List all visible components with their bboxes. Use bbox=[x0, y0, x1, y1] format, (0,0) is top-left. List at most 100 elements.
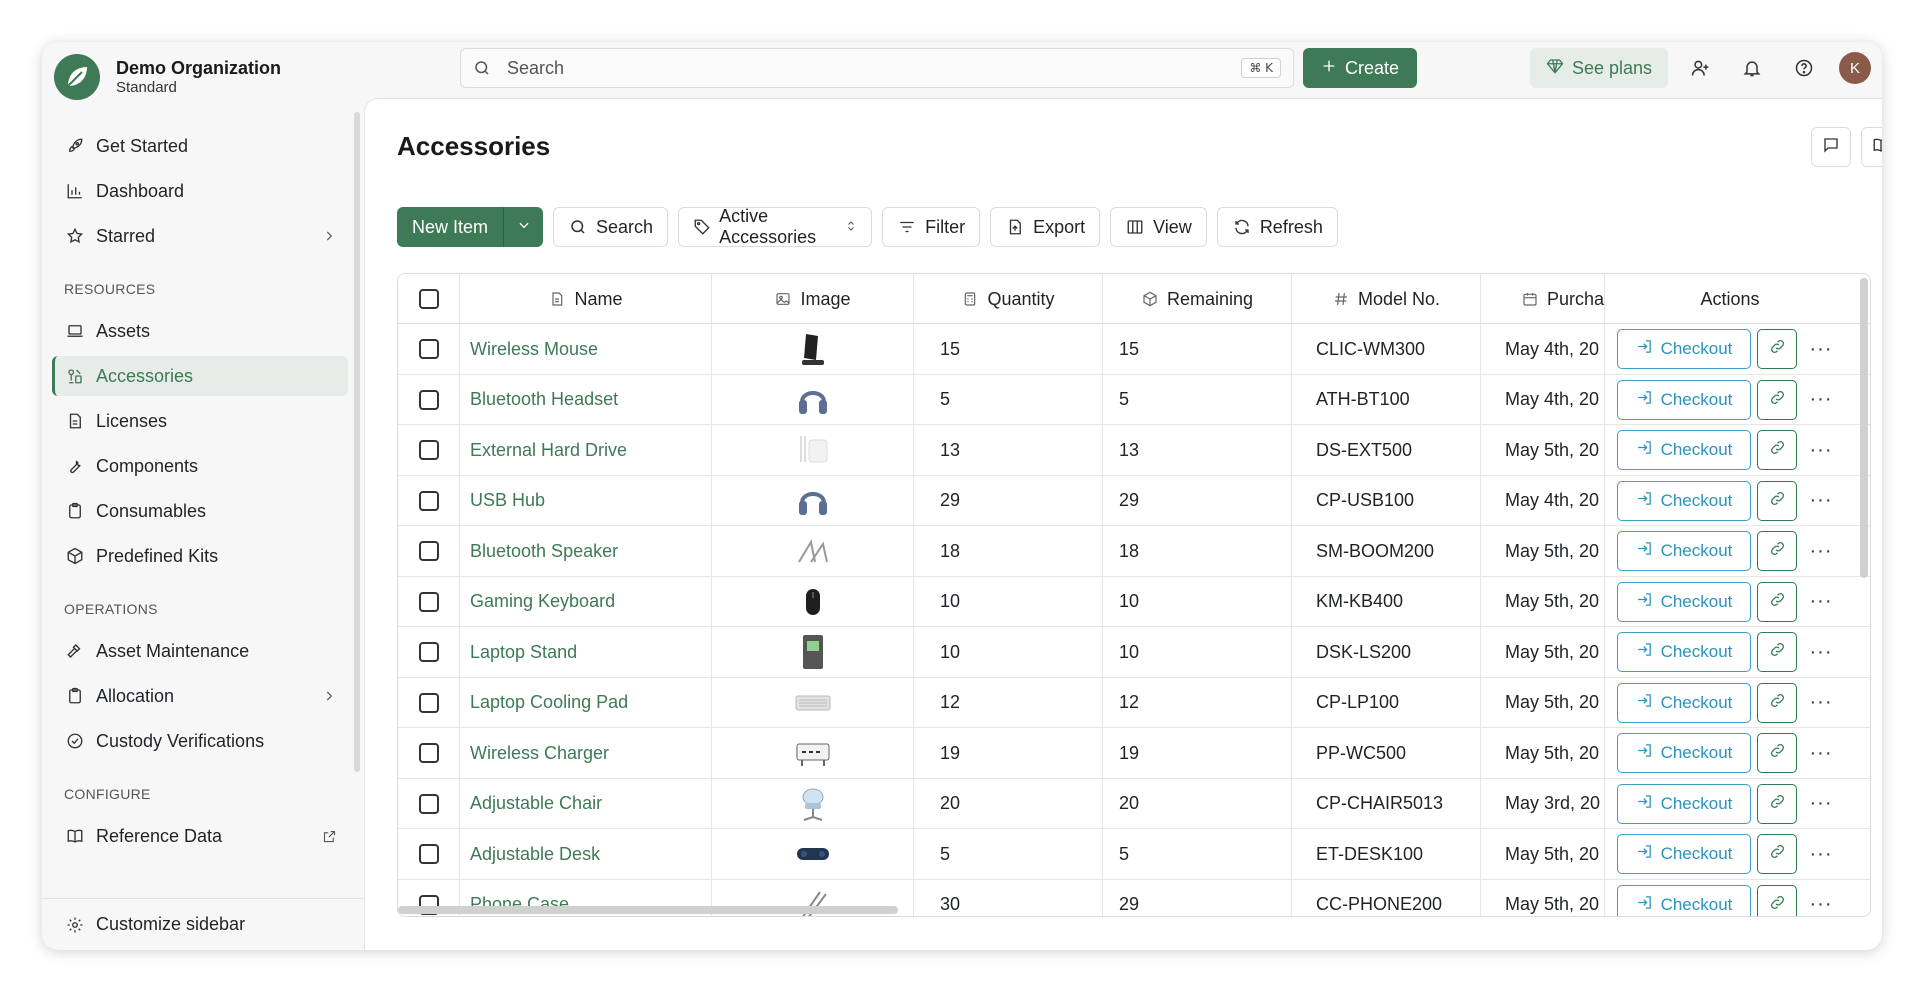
checkout-button[interactable]: Checkout bbox=[1617, 733, 1751, 773]
row-checkbox[interactable] bbox=[418, 844, 439, 864]
select-all-checkbox[interactable] bbox=[418, 289, 439, 309]
org-switcher[interactable]: Demo Organization Standard bbox=[54, 54, 281, 100]
item-name-link[interactable]: Wireless Mouse bbox=[470, 339, 598, 360]
more-options-icon[interactable]: ··· bbox=[1803, 481, 1839, 521]
column-header-quantity[interactable]: Quantity bbox=[914, 274, 1103, 324]
table-vertical-scrollbar[interactable] bbox=[1860, 278, 1868, 578]
item-name-link[interactable]: USB Hub bbox=[470, 490, 545, 511]
table-row[interactable]: Laptop Stand 10 10 DSK-LS200 May 5th, 20… bbox=[398, 627, 1870, 678]
table-row[interactable]: Adjustable Desk 5 5 ET-DESK100 May 5th, … bbox=[398, 829, 1870, 880]
row-checkbox[interactable] bbox=[418, 440, 439, 460]
row-checkbox[interactable] bbox=[418, 339, 439, 359]
link-button[interactable] bbox=[1757, 329, 1797, 369]
sidebar-item-consumables[interactable]: Consumables bbox=[52, 491, 348, 531]
laptop-stand-thumbnail[interactable] bbox=[793, 531, 833, 571]
chair-thumbnail[interactable] bbox=[793, 784, 833, 824]
checkout-button[interactable]: Checkout bbox=[1617, 480, 1751, 521]
link-button[interactable] bbox=[1757, 783, 1797, 824]
mouse-thumbnail[interactable] bbox=[793, 582, 833, 622]
row-checkbox[interactable] bbox=[418, 490, 439, 511]
new-item-button[interactable]: New Item bbox=[397, 207, 504, 247]
refresh-button[interactable]: Refresh bbox=[1216, 207, 1338, 247]
table-row[interactable]: Laptop Cooling Pad 12 12 CP-LP100 May 5t… bbox=[398, 677, 1870, 728]
row-checkbox[interactable] bbox=[418, 591, 439, 612]
link-button[interactable] bbox=[1757, 834, 1797, 874]
checkout-button[interactable]: Checkout bbox=[1617, 884, 1751, 916]
column-header-image[interactable]: Image bbox=[712, 274, 914, 324]
link-button[interactable] bbox=[1757, 531, 1797, 571]
more-options-icon[interactable]: ··· bbox=[1803, 531, 1839, 571]
external-link-icon[interactable] bbox=[320, 827, 338, 845]
more-options-icon[interactable]: ··· bbox=[1803, 885, 1839, 917]
column-header-model[interactable]: Model No. bbox=[1292, 274, 1481, 324]
table-row[interactable]: Wireless Charger 19 19 PP-WC500 May 5th,… bbox=[398, 728, 1870, 779]
customize-sidebar-button[interactable]: Customize sidebar bbox=[42, 898, 364, 950]
more-options-icon[interactable]: ··· bbox=[1803, 430, 1839, 470]
sidebar-item-starred[interactable]: Starred bbox=[52, 216, 348, 256]
checkout-button[interactable]: Checkout bbox=[1617, 329, 1751, 369]
checkout-button[interactable]: Checkout bbox=[1617, 682, 1751, 723]
link-button[interactable] bbox=[1757, 480, 1797, 521]
link-button[interactable] bbox=[1757, 430, 1797, 470]
checkout-button[interactable]: Checkout bbox=[1617, 783, 1751, 824]
speaker-thumbnail[interactable] bbox=[793, 834, 833, 874]
more-options-icon[interactable]: ··· bbox=[1803, 582, 1839, 622]
global-search-input[interactable]: Search ⌘ K bbox=[460, 48, 1294, 88]
more-options-icon[interactable]: ··· bbox=[1803, 632, 1839, 672]
chevron-right-icon[interactable] bbox=[320, 687, 338, 705]
item-name-link[interactable]: Bluetooth Speaker bbox=[470, 541, 618, 562]
checkout-button[interactable]: Checkout bbox=[1617, 430, 1751, 470]
item-name-link[interactable]: Bluetooth Headset bbox=[470, 389, 618, 410]
checkout-button[interactable]: Checkout bbox=[1617, 581, 1751, 622]
more-options-icon[interactable]: ··· bbox=[1803, 784, 1839, 824]
checkout-button[interactable]: Checkout bbox=[1617, 531, 1751, 571]
link-button[interactable] bbox=[1757, 682, 1797, 723]
item-name-link[interactable]: Gaming Keyboard bbox=[470, 591, 615, 612]
search-button[interactable]: Search bbox=[553, 207, 669, 247]
checkout-button[interactable]: Checkout bbox=[1617, 834, 1751, 874]
row-checkbox[interactable] bbox=[418, 692, 439, 713]
item-name-link[interactable]: Adjustable Chair bbox=[470, 793, 602, 814]
table-row[interactable]: External Hard Drive 13 13 DS-EXT500 May … bbox=[398, 425, 1870, 476]
table-row[interactable]: Bluetooth Speaker 18 18 SM-BOOM200 May 5… bbox=[398, 526, 1870, 577]
bell-icon[interactable] bbox=[1738, 54, 1766, 82]
sidebar-item-get-started[interactable]: Get Started bbox=[52, 126, 348, 166]
column-header-name[interactable]: Name bbox=[460, 274, 712, 324]
item-name-link[interactable]: Adjustable Desk bbox=[470, 844, 600, 865]
new-item-dropdown[interactable] bbox=[503, 207, 544, 247]
more-options-icon[interactable]: ··· bbox=[1803, 683, 1839, 723]
sidebar-item-components[interactable]: Components bbox=[52, 446, 348, 486]
more-options-icon[interactable]: ··· bbox=[1803, 380, 1839, 420]
export-button[interactable]: Export bbox=[990, 207, 1101, 247]
sidebar-item-accessories[interactable]: Accessories bbox=[52, 356, 348, 396]
row-checkbox[interactable] bbox=[418, 743, 439, 763]
column-header-remaining[interactable]: Remaining bbox=[1103, 274, 1292, 324]
row-checkbox[interactable] bbox=[418, 389, 439, 410]
chevron-right-icon[interactable] bbox=[320, 227, 338, 245]
help-icon[interactable] bbox=[1790, 54, 1818, 82]
headphones-thumbnail[interactable] bbox=[793, 380, 833, 420]
row-checkbox[interactable] bbox=[418, 541, 439, 561]
link-button[interactable] bbox=[1757, 581, 1797, 622]
status-filter-select[interactable]: Active Accessories bbox=[678, 206, 873, 247]
comment-button[interactable] bbox=[1811, 127, 1851, 167]
table-row[interactable]: Gaming Keyboard 10 10 KM-KB400 May 5th, … bbox=[398, 576, 1870, 627]
table-row[interactable]: USB Hub 29 29 CP-USB100 May 4th, 20 Chec… bbox=[398, 475, 1870, 526]
link-button[interactable] bbox=[1757, 632, 1797, 672]
checkout-button[interactable]: Checkout bbox=[1617, 379, 1751, 420]
sidebar-scrollbar[interactable] bbox=[354, 112, 360, 772]
power-adapter-thumbnail[interactable] bbox=[793, 430, 833, 470]
usb-hub-thumbnail[interactable] bbox=[793, 733, 833, 773]
sidebar-item-custody-verifications[interactable]: Custody Verifications bbox=[52, 721, 348, 761]
table-row[interactable]: Adjustable Chair 20 20 CP-CHAIR5013 May … bbox=[398, 778, 1870, 829]
link-button[interactable] bbox=[1757, 884, 1797, 916]
table-horizontal-scrollbar[interactable] bbox=[398, 906, 898, 914]
table-row[interactable]: Bluetooth Headset 5 5 ATH-BT100 May 4th,… bbox=[398, 374, 1870, 425]
sidebar-item-asset-maintenance[interactable]: Asset Maintenance bbox=[52, 631, 348, 671]
charger-stand-thumbnail[interactable] bbox=[793, 329, 833, 369]
item-name-link[interactable]: Laptop Stand bbox=[470, 642, 577, 663]
table-row[interactable]: Wireless Mouse 15 15 CLIC-WM300 May 4th,… bbox=[398, 324, 1870, 375]
more-options-icon[interactable]: ··· bbox=[1803, 834, 1839, 874]
row-checkbox[interactable] bbox=[418, 793, 439, 814]
link-button[interactable] bbox=[1757, 379, 1797, 420]
